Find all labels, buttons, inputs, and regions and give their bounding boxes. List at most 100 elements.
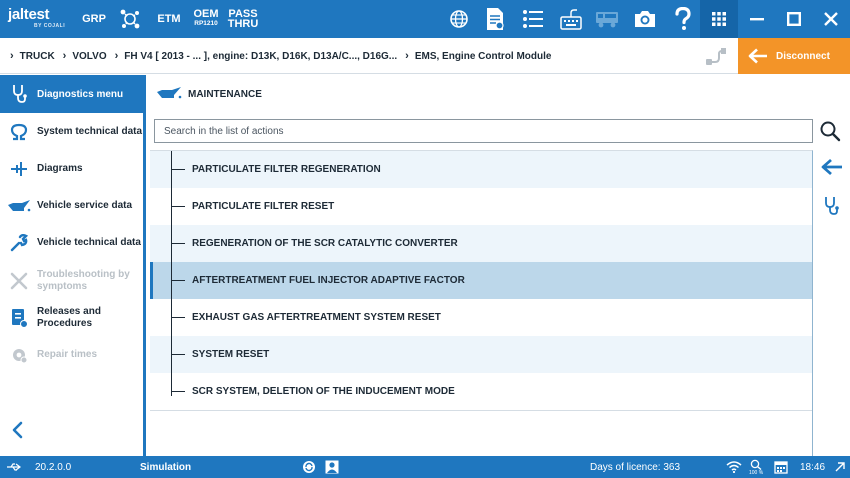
zoom-label: 100 % <box>749 469 764 476</box>
gear-clock-icon <box>0 346 37 364</box>
action-row[interactable]: PARTICULATE FILTER REGENERATION <box>150 151 812 188</box>
breadcrumb-item-brand[interactable]: › VOLVO <box>55 50 107 62</box>
sidebar-item-label: Diagrams <box>37 163 83 174</box>
search-input[interactable] <box>155 120 812 142</box>
tree-branch <box>171 317 185 318</box>
sidebar-item-label: Repair times <box>37 349 98 360</box>
maximize-icon[interactable] <box>775 0 812 38</box>
user-icon[interactable] <box>325 456 339 478</box>
etm-button[interactable]: ETM <box>153 0 185 38</box>
etm-label: ETM <box>157 13 181 25</box>
calendar-icon[interactable] <box>774 456 788 478</box>
action-label: AFTERTREATMENT FUEL INJECTOR ADAPTIVE FA… <box>192 275 465 286</box>
apps-grid-icon[interactable] <box>700 0 738 38</box>
logo-text: jaltest <box>8 6 50 23</box>
action-label: SYSTEM RESET <box>192 349 270 360</box>
truck-icon[interactable] <box>594 0 620 38</box>
action-row[interactable]: SCR SYSTEM, DELETION OF THE INDUCEMENT M… <box>150 373 812 410</box>
sidebar-item-label: Vehicle technical data <box>37 237 141 248</box>
breadcrumb: › TRUCK › VOLVO › FH V4 [ 2013 - ... ], eng… <box>6 38 551 74</box>
back-arrow-icon[interactable] <box>821 158 843 176</box>
version-label: 20.2.0.0 <box>35 461 72 473</box>
chevron-left-icon[interactable] <box>8 420 28 440</box>
close-icon[interactable] <box>812 0 849 38</box>
breadcrumb-label: VOLVO <box>72 50 107 62</box>
action-label: PARTICULATE FILTER RESET <box>192 201 335 212</box>
sidebar-item-diagrams[interactable]: Diagrams <box>0 157 143 181</box>
zoom-indicator[interactable]: 100 % <box>749 456 763 478</box>
sidebar-item-label: Releases and Procedures <box>37 306 101 329</box>
action-list: PARTICULATE FILTER REGENERATION PARTICUL… <box>150 150 813 456</box>
list-icon[interactable] <box>520 0 546 38</box>
chevron-right-icon: › <box>62 50 67 62</box>
search-box <box>154 119 813 143</box>
omega-icon <box>0 123 37 141</box>
window-controls <box>738 0 850 38</box>
rp1210-label: RP1210 <box>194 20 218 27</box>
main-panel: MAINTENANCE PARTICULATE FILTER REGENERAT… <box>150 75 841 456</box>
network-icon[interactable] <box>117 0 143 38</box>
jaltest-logo: jaltest BY COJALI <box>8 6 70 32</box>
disconnect-label: Disconnect <box>776 50 830 62</box>
tree-branch <box>171 280 185 281</box>
globe-icon[interactable] <box>446 0 472 38</box>
procedures-icon <box>0 308 37 328</box>
diagnostics-menu-header[interactable]: Diagnostics menu <box>0 75 143 113</box>
tree-branch <box>171 243 185 244</box>
zoom-icon <box>750 459 762 470</box>
action-row[interactable]: SYSTEM RESET <box>150 336 812 373</box>
tree-branch <box>171 391 185 392</box>
sidebar: Diagnostics menu System technical data D… <box>0 75 146 456</box>
chevron-right-icon: › <box>10 50 14 62</box>
status-bar: 20.2.0.0 Simulation Days of licence: 363… <box>0 456 850 478</box>
sidebar-header-label: Diagnostics menu <box>37 88 124 100</box>
top-toolbar: jaltest BY COJALI GRP ETM OEM RP1210 PAS… <box>0 0 850 38</box>
breadcrumb-label: FH V4 [ 2013 - ... ], engine: D13K, D16K… <box>124 50 398 62</box>
arrow-left-icon <box>748 48 767 64</box>
sidebar-item-vehicle-technical-data[interactable]: Vehicle technical data <box>0 230 143 256</box>
sync-icon[interactable] <box>302 456 316 478</box>
tree-line <box>171 151 172 396</box>
sidebar-item-troubleshooting: Troubleshooting by symptoms <box>0 268 143 294</box>
wrench-icon <box>0 234 37 252</box>
sidebar-item-releases-procedures[interactable]: Releases and Procedures <box>0 305 143 331</box>
oem-label: OEM <box>193 8 219 20</box>
keyboard-icon[interactable] <box>558 0 584 38</box>
section-title: MAINTENANCE <box>150 75 813 113</box>
breadcrumb-bar: › TRUCK › VOLVO › FH V4 [ 2013 - ... ], eng… <box>0 38 850 74</box>
breadcrumb-item-model[interactable]: › FH V4 [ 2013 - ... ], engine: D13K, D16… <box>107 50 398 62</box>
diagram-icon <box>0 160 37 178</box>
oil-can-icon <box>156 86 182 103</box>
tree-branch <box>171 169 185 170</box>
clock-label: 18:46 <box>800 461 826 473</box>
sidebar-item-label: Troubleshooting by symptoms <box>37 269 130 292</box>
search-icon[interactable] <box>819 120 841 142</box>
stethoscope-icon <box>0 84 37 104</box>
sidebar-item-vehicle-service-data[interactable]: Vehicle service data <box>0 194 143 218</box>
tools-icon <box>0 272 37 290</box>
connector-icon <box>706 48 726 65</box>
sidebar-item-system-technical-data[interactable]: System technical data <box>0 119 143 145</box>
minimize-icon[interactable] <box>738 0 775 38</box>
breadcrumb-label: TRUCK <box>19 50 55 62</box>
report-icon[interactable] <box>482 0 508 38</box>
tree-branch <box>171 354 185 355</box>
pass-thru-button[interactable]: PASS THRU <box>226 0 260 38</box>
camera-icon[interactable] <box>631 0 659 38</box>
chevron-right-icon: › <box>405 50 409 62</box>
grp-button[interactable]: GRP <box>78 0 110 38</box>
stethoscope-icon[interactable] <box>823 196 839 216</box>
help-icon[interactable] <box>670 0 696 38</box>
oem-rp1210-button[interactable]: OEM RP1210 <box>190 0 222 38</box>
sidebar-item-repair-times: Repair times <box>0 345 143 365</box>
breadcrumb-item-truck[interactable]: › TRUCK <box>6 50 55 62</box>
disconnect-button[interactable]: Disconnect <box>738 38 850 74</box>
power-icon[interactable] <box>834 456 846 478</box>
breadcrumb-item-system[interactable]: › EMS, Engine Control Module <box>397 50 551 62</box>
action-row[interactable]: PARTICULATE FILTER RESET <box>150 188 812 225</box>
action-row[interactable]: EXHAUST GAS AFTERTREATMENT SYSTEM RESET <box>150 299 812 336</box>
oil-can-icon <box>0 199 37 213</box>
action-row-selected[interactable]: AFTERTREATMENT FUEL INJECTOR ADAPTIVE FA… <box>150 262 812 299</box>
action-row[interactable]: REGENERATION OF THE SCR CATALYTIC CONVER… <box>150 225 812 262</box>
logo-subtext: BY COJALI <box>34 23 66 29</box>
